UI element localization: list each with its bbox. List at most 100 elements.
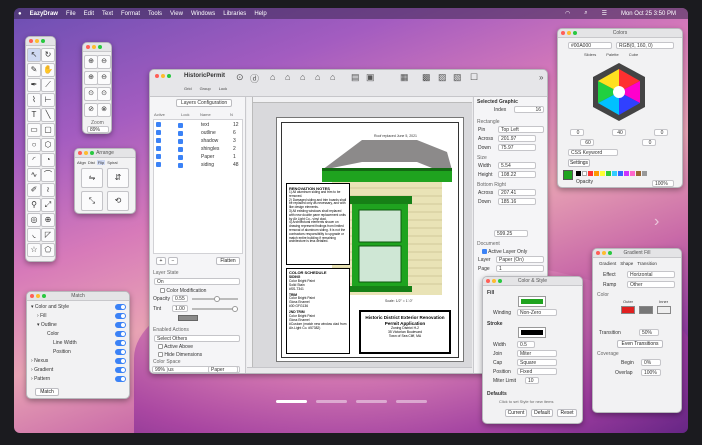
opacity-field[interactable]: 0.55: [172, 295, 188, 302]
index-field[interactable]: 16: [514, 106, 544, 113]
layer-state-select[interactable]: On: [154, 278, 240, 285]
menu-format[interactable]: Format: [121, 11, 140, 17]
match-color[interactable]: Color: [47, 331, 59, 337]
search-icon[interactable]: ⌕: [584, 10, 587, 17]
colors-opacity-field[interactable]: 100%: [652, 180, 674, 187]
menu-edit[interactable]: Edit: [84, 11, 94, 17]
menu-windows[interactable]: Windows: [191, 11, 215, 17]
toolbar-intersect-icon[interactable]: ⌂: [315, 72, 320, 82]
css-keyword-select[interactable]: CSS Keyword: [568, 149, 618, 156]
toolbar-colors-icon[interactable]: ▩: [422, 72, 431, 83]
page-dot[interactable]: [356, 400, 387, 403]
pencil-tool-icon[interactable]: ✎: [27, 63, 41, 77]
area-field[interactable]: 599.25: [494, 230, 528, 237]
layer-lock-check[interactable]: [178, 123, 183, 128]
down-field[interactable]: 75.97: [498, 144, 536, 151]
layer-row[interactable]: text 12: [156, 122, 242, 128]
pentagon-tool-icon[interactable]: ⬠: [41, 243, 55, 257]
match-gradient[interactable]: › Gradient: [31, 367, 53, 373]
active-layer-check[interactable]: Active Layer Only: [482, 249, 527, 255]
gradient-titlebar[interactable]: Gradient Fill: [593, 249, 681, 258]
curve-tool-icon[interactable]: ⌒: [41, 168, 55, 182]
toolbar-back-icon[interactable]: ▤: [351, 72, 360, 83]
quarter-tool-icon[interactable]: ◟: [27, 228, 41, 242]
layer-row[interactable]: shingles 2: [156, 146, 242, 152]
page-dot[interactable]: [276, 400, 307, 403]
page-dot[interactable]: [396, 400, 427, 403]
color-v5-field[interactable]: 0: [642, 139, 656, 146]
winding-select[interactable]: Non-Zero: [517, 309, 557, 316]
canvas-area[interactable]: Roof replaced June 5, 2021 RENOVATION NO…: [247, 97, 472, 367]
menu-text[interactable]: Text: [102, 11, 113, 17]
pin-tool-icon[interactable]: ⚲: [27, 198, 41, 212]
color-modification-check[interactable]: Color Modification: [160, 288, 206, 294]
gradient-tab-transition[interactable]: Transition: [637, 261, 657, 266]
target-tool-icon[interactable]: ⊕: [41, 213, 55, 227]
layer-active-check[interactable]: [156, 162, 161, 168]
current-color-swatch[interactable]: [563, 170, 573, 180]
spiral-tool-icon[interactable]: ◎: [27, 213, 41, 227]
rounded-rect-tool-icon[interactable]: ▢: [41, 123, 55, 137]
match-position-toggle[interactable]: [115, 349, 126, 355]
br-across-field[interactable]: 207.41: [498, 189, 536, 196]
color-v3-field[interactable]: 0: [654, 129, 668, 136]
control-center-icon[interactable]: ☰: [602, 10, 607, 17]
menu-view[interactable]: View: [170, 11, 183, 17]
match-nexus-toggle[interactable]: [115, 358, 126, 364]
toolbar-tiles-icon[interactable]: ▦: [400, 72, 409, 83]
oval-tool-icon[interactable]: ○: [27, 138, 41, 152]
tint-slider[interactable]: [192, 306, 238, 312]
toolbar-inspector-icon[interactable]: ☐: [470, 72, 478, 83]
page-field[interactable]: 1: [496, 265, 544, 272]
default-button[interactable]: Default: [531, 409, 553, 417]
rotate-tool-icon[interactable]: ↻: [41, 48, 55, 62]
flip-horizontal-icon[interactable]: ⇋: [81, 168, 103, 188]
next-arrow-icon[interactable]: ›: [654, 213, 659, 231]
zoom-selection-icon[interactable]: ⊗: [97, 103, 111, 117]
zoom-value-field[interactable]: 89%: [87, 126, 109, 133]
remove-layer-button[interactable]: −: [168, 257, 178, 265]
layer-row[interactable]: shadow 3: [156, 138, 242, 144]
layer-select[interactable]: Paper (On): [496, 256, 544, 263]
pin-select[interactable]: Top Left: [498, 126, 544, 133]
cap-select[interactable]: Square: [517, 359, 557, 366]
toolbar-gradient-icon[interactable]: ▨: [438, 72, 447, 83]
zoom-previous-icon[interactable]: ⊘: [84, 103, 98, 117]
menu-tools[interactable]: Tools: [148, 11, 162, 17]
page-dot[interactable]: [316, 400, 347, 403]
zoom-width-icon[interactable]: ⊙: [84, 87, 98, 101]
zoom-titlebar[interactable]: [83, 43, 111, 52]
paper-select[interactable]: Paper: [208, 366, 238, 373]
colors-tab-palette[interactable]: Palette: [606, 52, 618, 57]
layer-active-check[interactable]: [156, 154, 161, 160]
inner-color-well[interactable]: [657, 306, 671, 314]
across-field[interactable]: 201.97: [498, 135, 536, 142]
match-outline[interactable]: ▾ Outline: [37, 322, 57, 328]
tint-field[interactable]: 1.00: [172, 305, 188, 312]
layer-row[interactable]: outline 6: [156, 130, 242, 136]
current-button[interactable]: Current: [505, 409, 527, 417]
match-position[interactable]: Position: [53, 349, 71, 355]
match-fill[interactable]: › Fill: [37, 313, 46, 319]
scale-tool-icon[interactable]: ⤢: [41, 198, 55, 212]
match-pattern-toggle[interactable]: [115, 376, 126, 382]
layer-active-check[interactable]: [156, 138, 161, 144]
enabled-actions-select[interactable]: Select Others: [154, 335, 240, 342]
hex-field[interactable]: #00A000: [568, 42, 612, 49]
match-pattern[interactable]: › Pattern: [31, 376, 50, 382]
arrange-tab-align[interactable]: Align: [77, 160, 86, 165]
arrange-tab-spiral[interactable]: Spiral: [107, 160, 117, 165]
even-transitions-button[interactable]: Even Transitions: [617, 340, 663, 348]
match-gradient-toggle[interactable]: [115, 367, 126, 373]
dimension-tool-icon[interactable]: ⊢: [41, 93, 55, 107]
flatten-button[interactable]: Flatten: [216, 257, 240, 265]
toolbar-front-icon[interactable]: ▣: [366, 72, 375, 83]
menu-app[interactable]: EazyDraw: [30, 11, 58, 17]
color-hexagon-wheel[interactable]: [588, 61, 650, 123]
join-select[interactable]: Miter: [517, 350, 557, 357]
color-v4-field[interactable]: 60: [580, 139, 594, 146]
polygon-tool-icon[interactable]: ⬡: [41, 138, 55, 152]
toolbar-shapes-icon[interactable]: ⌂: [270, 72, 275, 82]
match-titlebar[interactable]: Match: [27, 292, 129, 301]
toolbar-group-label[interactable]: Group: [200, 86, 211, 91]
